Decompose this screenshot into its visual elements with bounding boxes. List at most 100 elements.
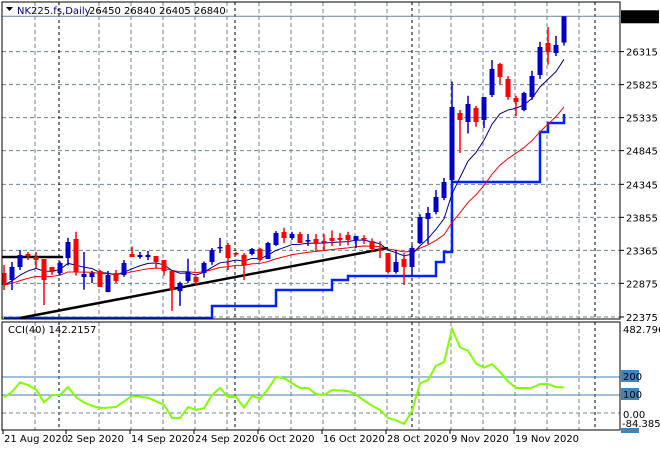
candle — [257, 247, 263, 262]
candle-body — [505, 78, 511, 97]
date-label: 9 Nov 2020 — [451, 434, 509, 445]
price-axis[interactable]: 26315 25825 25335 24845 24345 23855 23365 22875… — [620, 48, 658, 324]
date-label: 16 Oct 2020 — [323, 434, 385, 445]
price-label: 25335 — [626, 114, 658, 125]
candle-body — [537, 46, 543, 75]
candle-body — [337, 237, 343, 241]
candle-body — [129, 253, 135, 257]
candle-body — [73, 239, 79, 273]
date-label: 28 Oct 2020 — [387, 434, 449, 445]
candle — [97, 269, 103, 287]
candle-body — [353, 235, 359, 241]
candle-body — [41, 259, 47, 281]
price-label: 22375 — [626, 313, 658, 324]
candle-body — [145, 254, 151, 257]
date-label: 19 Nov 2020 — [515, 434, 579, 445]
candle-body — [49, 266, 55, 273]
candle-body — [489, 68, 495, 95]
candle-body — [441, 181, 447, 198]
date-label: 14 Sep 2020 — [131, 434, 194, 445]
price-label: 24845 — [626, 147, 658, 158]
level-100-label: 100 — [623, 390, 642, 401]
candle-body — [97, 270, 103, 287]
candle-body — [225, 245, 231, 259]
price-label: 23855 — [626, 213, 658, 224]
candle-body — [9, 266, 15, 281]
candle-body — [201, 262, 207, 274]
candle-body — [465, 103, 471, 122]
candle — [505, 76, 511, 100]
cci-title: CCI(40) 142.2157 — [8, 325, 96, 336]
candle — [521, 91, 527, 112]
candle-body — [121, 262, 127, 275]
candle-body — [273, 233, 279, 246]
candle-body — [217, 246, 223, 249]
candle-body — [161, 260, 167, 271]
current-price-label: 26840 — [624, 12, 656, 23]
candle-body — [513, 97, 519, 102]
candle-body — [169, 270, 175, 290]
candle-body — [313, 239, 319, 243]
price-label: 22875 — [626, 279, 658, 290]
candle-body — [17, 254, 23, 267]
candle-body — [177, 282, 183, 292]
candle-body — [497, 63, 503, 77]
candle — [561, 16, 567, 46]
candle-body — [249, 248, 255, 254]
price-label: 24345 — [626, 180, 658, 191]
candle-body — [385, 253, 391, 273]
candle-body — [393, 261, 399, 273]
candle-body — [289, 234, 295, 238]
candle-body — [89, 273, 95, 277]
candle-body — [425, 213, 431, 220]
candle-body — [321, 240, 327, 243]
chart-header: NK225.fs,Daily 26450 26840 26405 26840 — [6, 6, 226, 17]
candle-body — [281, 232, 287, 238]
candle — [57, 261, 63, 275]
candle-body — [297, 234, 303, 243]
candle-body — [137, 254, 143, 257]
candle-body — [105, 274, 111, 293]
ohlc-values: 26450 26840 26405 26840 — [89, 6, 226, 17]
price-label: 25825 — [626, 81, 658, 92]
current-price-tag: 26840 — [621, 10, 659, 24]
candle-body — [257, 248, 263, 261]
candle-body — [33, 256, 39, 261]
candle-body — [241, 254, 247, 266]
candle-body — [329, 237, 335, 241]
cci-min-label: -84.3857 — [622, 419, 660, 430]
candle-body — [521, 92, 527, 110]
candle-body — [361, 237, 367, 240]
candle-body — [345, 234, 351, 241]
candle-body — [545, 42, 551, 52]
candle-body — [25, 253, 31, 256]
candle-body — [449, 106, 455, 181]
candle-body — [369, 240, 375, 249]
candle — [273, 231, 279, 246]
candle-body — [417, 216, 423, 243]
candle-body — [265, 242, 271, 260]
price-label: 26315 — [626, 48, 658, 59]
candle-body — [233, 253, 239, 255]
trading-chart[interactable]: NK225.fs,Daily 26450 26840 26405 26840 C… — [0, 0, 660, 450]
date-label: 21 Aug 2020 — [4, 434, 68, 445]
candle — [385, 253, 391, 274]
candle-body — [209, 249, 215, 262]
candle-body — [433, 196, 439, 213]
candle-body — [185, 272, 191, 281]
candle-body — [561, 16, 567, 43]
candle-body — [401, 259, 407, 267]
symbol-label: NK225.fs,Daily — [17, 6, 91, 17]
candle-body — [193, 276, 199, 282]
candle — [537, 41, 543, 79]
candle-body — [57, 262, 63, 274]
candle-body — [481, 96, 487, 121]
candle-body — [81, 273, 87, 277]
date-label: 24 Sep 2020 — [195, 434, 258, 445]
candle — [417, 214, 423, 244]
candle-body — [305, 240, 311, 242]
date-label: 6 Oct 2020 — [259, 434, 314, 445]
level-200-label: 200 — [623, 372, 642, 383]
price-label: 23365 — [626, 246, 658, 257]
candle-body — [65, 241, 71, 259]
